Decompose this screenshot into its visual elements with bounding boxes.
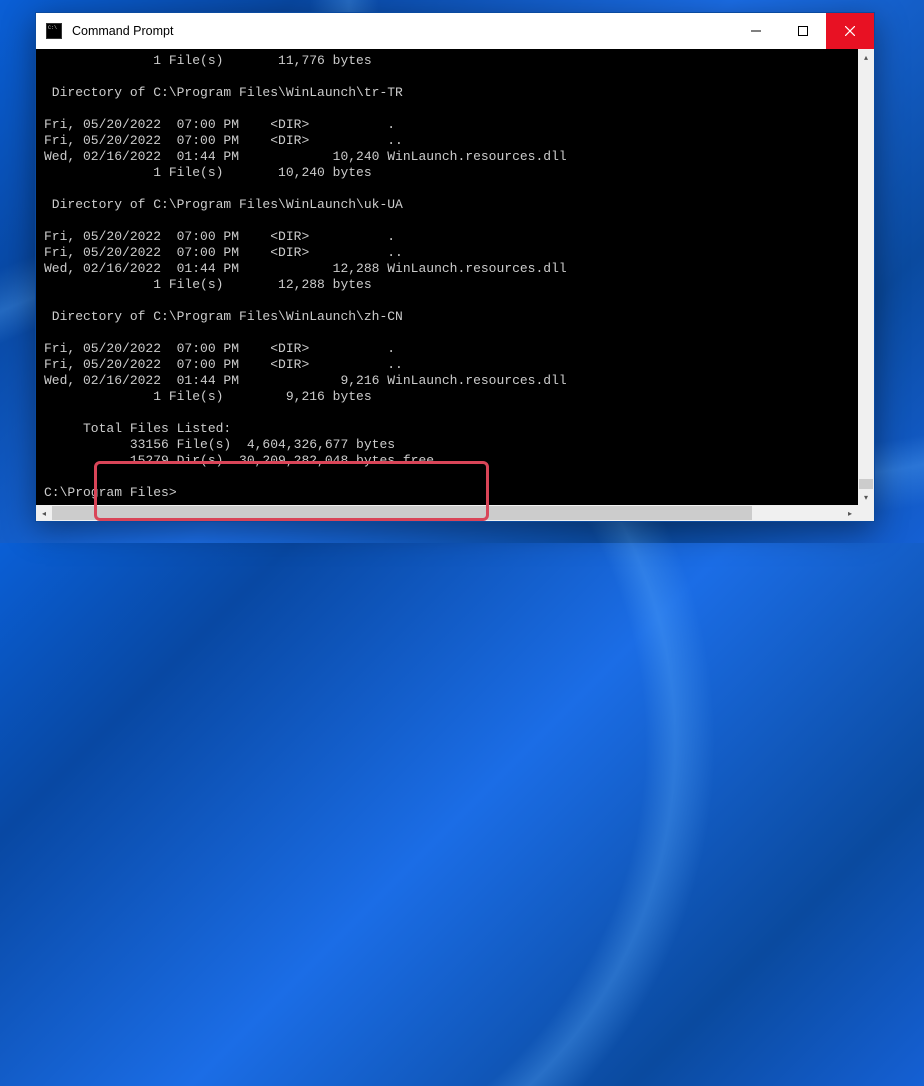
minimize-icon — [751, 26, 761, 36]
horizontal-scroll-thumb[interactable] — [52, 506, 752, 520]
minimize-button[interactable] — [732, 13, 779, 49]
window-controls — [732, 13, 874, 49]
scroll-up-button[interactable]: ▴ — [858, 49, 874, 65]
title-bar[interactable]: Command Prompt — [36, 13, 874, 49]
cmd-icon — [46, 23, 62, 39]
scroll-corner — [858, 505, 874, 521]
terminal-output[interactable]: 1 File(s) 11,776 bytes Directory of C:\P… — [36, 49, 858, 505]
terminal-area: 1 File(s) 11,776 bytes Directory of C:\P… — [36, 49, 874, 521]
scroll-down-button[interactable]: ▾ — [858, 489, 874, 505]
vertical-scrollbar[interactable]: ▴ ▾ — [858, 49, 874, 505]
close-icon — [845, 26, 855, 36]
command-prompt-window: Command Prompt 1 File(s) 11,776 bytes Di… — [35, 12, 875, 522]
horizontal-scroll-track[interactable] — [52, 505, 842, 521]
window-title: Command Prompt — [72, 24, 732, 38]
maximize-icon — [798, 26, 808, 36]
close-button[interactable] — [826, 13, 874, 49]
scroll-left-button[interactable]: ◂ — [36, 505, 52, 521]
maximize-button[interactable] — [779, 13, 826, 49]
scroll-right-button[interactable]: ▸ — [842, 505, 858, 521]
horizontal-scrollbar[interactable]: ◂ ▸ — [36, 505, 874, 521]
